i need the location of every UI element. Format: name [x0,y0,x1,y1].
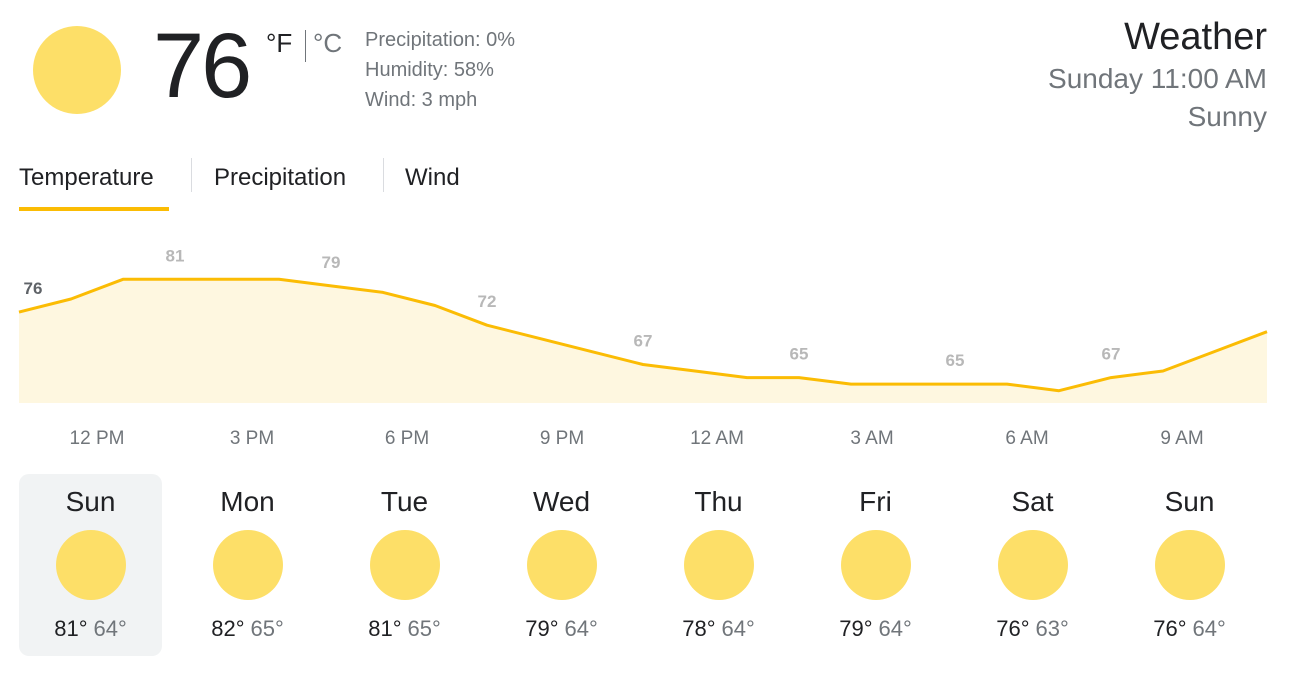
temperature-chart[interactable]: 76 81 79 72 67 65 65 67 [0,230,1292,410]
low-temp: 63° [1035,616,1069,641]
sun-icon [212,530,283,600]
day-name: Mon [220,486,275,517]
wind-value: Wind: 3 mph [365,89,478,111]
temperature-data-label: 67 [1102,345,1121,364]
day-temperatures: 81° 64° [19,614,162,644]
day-name: Sat [1011,486,1054,517]
low-temp: 64° [878,616,912,641]
high-temp: 78° [682,616,716,641]
high-temp: 81° [54,616,88,641]
time-label: 12 PM [69,428,125,449]
weather-condition: Sunny [1187,101,1267,132]
current-temperature: 76 [153,15,252,117]
low-temp: 65° [407,616,441,641]
forecast-day-thu[interactable]: Thu 78° 64° [647,474,790,656]
temperature-data-label: 76 [24,279,43,298]
sun-icon [369,530,440,600]
day-name: Sun [65,486,116,517]
time-label: 3 AM [850,428,894,449]
high-temp: 76° [1153,616,1187,641]
low-temp: 64° [721,616,755,641]
current-details: Precipitation: 0% Humidity: 58% Wind: 3 … [365,25,515,115]
tab-divider [383,158,384,192]
forecast-day-tue[interactable]: Tue 81° 65° [333,474,476,656]
time-label: 6 PM [384,428,430,449]
sun-icon [997,530,1068,600]
forecast-day-sat[interactable]: Sat 76° 63° [961,474,1104,656]
day-name: Sun [1164,486,1215,517]
high-temp: 82° [211,616,245,641]
temperature-data-label: 65 [946,351,965,370]
day-temperatures: 81° 65° [333,614,476,644]
day-temperatures: 78° 64° [647,614,790,644]
forecast-day-fri[interactable]: Fri 79° 64° [804,474,947,656]
fahrenheit-toggle[interactable]: °F [266,28,292,59]
day-name: Thu [694,486,743,517]
high-temp: 81° [368,616,402,641]
day-temperatures: 76° 64° [1118,614,1261,644]
time-label: 9 PM [539,428,585,449]
day-name: Wed [532,486,591,517]
sun-icon [33,26,121,114]
time-label: 12 AM [690,428,744,449]
weather-title: Weather [1124,16,1267,58]
tab-wind[interactable]: Wind [405,162,460,194]
high-temp: 79° [839,616,873,641]
temperature-data-label: 81 [166,246,185,265]
day-temperatures: 82° 65° [176,614,319,644]
time-label: 9 AM [1160,428,1204,449]
high-temp: 76° [996,616,1030,641]
tab-divider [191,158,192,192]
location-summary: Weather Sunday 11:00 AM Sunny [1048,14,1267,136]
temperature-data-label: 67 [634,331,653,350]
day-temperatures: 79° 64° [804,614,947,644]
forecast-day-wed[interactable]: Wed 79° 64° [490,474,633,656]
low-temp: 65° [250,616,284,641]
time-label: 6 AM [1005,428,1049,449]
day-temperatures: 76° 63° [961,614,1104,644]
low-temp: 64° [1192,616,1226,641]
sun-icon [526,530,597,600]
day-name: Fri [859,486,892,517]
forecast-day-sun-next[interactable]: Sun 76° 64° [1118,474,1261,656]
sun-icon [55,530,126,600]
weather-card: 76 °F °C Precipitation: 0% Humidity: 58%… [0,0,1292,674]
weather-datetime: Sunday 11:00 AM [1048,63,1267,94]
tab-precipitation[interactable]: Precipitation [214,162,346,194]
low-temp: 64° [564,616,598,641]
forecast-day-mon[interactable]: Mon 82° 65° [176,474,319,656]
day-name: Tue [380,486,429,517]
temperature-data-label: 79 [322,253,341,272]
precipitation-value: Precipitation: 0% [365,29,516,51]
humidity-value: Humidity: 58% [365,59,494,81]
sun-icon [1154,530,1225,600]
unit-divider [305,30,306,62]
tab-selected-indicator [19,207,169,211]
day-temperatures: 79° 64° [490,614,633,644]
forecast-day-sun[interactable]: Sun 81° 64° [19,474,162,656]
temperature-data-label: 65 [790,345,809,364]
low-temp: 64° [93,616,127,641]
tab-temperature[interactable]: Temperature [19,162,154,194]
time-label: 3 PM [229,428,275,449]
celsius-toggle[interactable]: °C [313,28,342,59]
sun-icon [683,530,754,600]
high-temp: 79° [525,616,559,641]
temperature-data-label: 72 [478,292,497,311]
sun-icon [840,530,911,600]
